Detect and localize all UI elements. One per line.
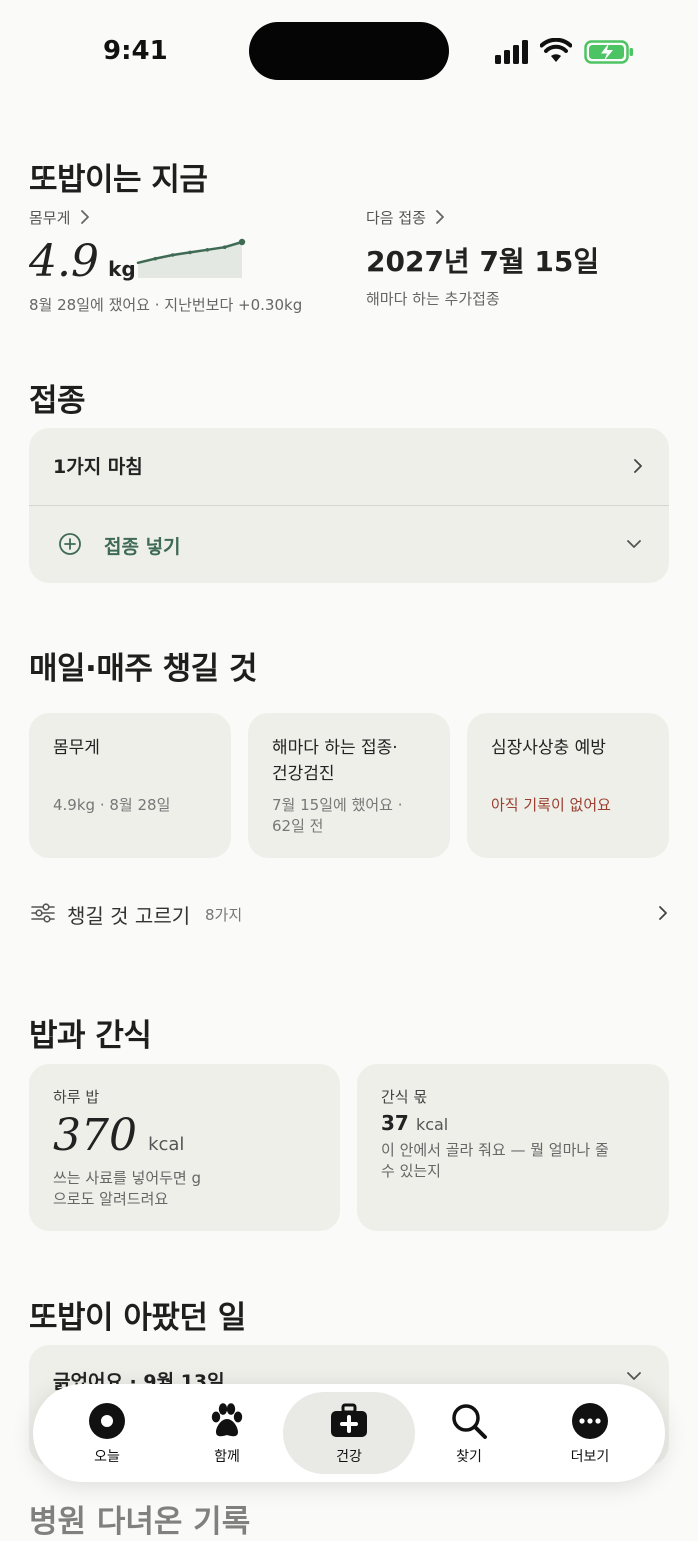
tab-label: 찾기 (456, 1449, 482, 1465)
snack-card[interactable]: 간식 몫 37 kcal 이 안에서 골라 줘요 — 뭘 얼마나 줄 수 있는지 (357, 1064, 669, 1231)
tab-label: 오늘 (94, 1449, 120, 1465)
weight-unit: kg (108, 257, 136, 281)
pick-routine-count: 8가지 (205, 906, 243, 924)
routine-card-title: 해마다 하는 접종· 건강검진 (272, 738, 398, 784)
snack-note: 이 안에서 골라 줘요 — 뭘 얼마나 줄 수 있는지 (381, 1141, 609, 1180)
tab-today[interactable]: 오늘 (47, 1384, 167, 1482)
tab-label: 건강 (336, 1449, 362, 1465)
next-vaccine-date: 2027년 7월 15일 (366, 245, 600, 278)
snack-unit: kcal (415, 1115, 449, 1134)
snack-label: 간식 몫 (381, 1088, 428, 1106)
wifi-icon (540, 38, 572, 62)
status-time: 9:41 (103, 36, 168, 66)
section-title-now: 또밥이는 지금 (29, 162, 208, 198)
routine-card-sub-warning: 아직 기록이 없어요 (491, 796, 611, 814)
chevron-right-icon (80, 210, 89, 224)
next-vaccine-label: 다음 접종 (366, 209, 426, 227)
chevron-right-icon (436, 210, 444, 224)
sliders-icon (31, 903, 55, 923)
section-title-food: 밥과 간식 (29, 1018, 152, 1054)
routine-card-sub: 4.9kg · 8월 28일 (53, 796, 171, 814)
today-icon (89, 1403, 125, 1439)
routine-card-annual[interactable]: 해마다 하는 접종· 건강검진 7월 15일에 했어요 · 62일 전 (248, 713, 450, 858)
routine-card-sub: 7월 15일에 했어요 · 62일 전 (272, 796, 403, 835)
daily-food-unit: kcal (148, 1134, 185, 1155)
daily-food-value-row: 370 kcal (53, 1110, 184, 1161)
weight-link[interactable]: 몸무게 (29, 207, 99, 229)
sparkline-point (153, 256, 158, 261)
snack-value: 37 (381, 1111, 409, 1135)
cellular-signal-icon (495, 40, 528, 64)
daily-food-note: 쓰는 사료를 넣어두면 g 으로도 알려드려요 (53, 1169, 202, 1208)
routine-card-heartworm[interactable]: 심장사상충 예방 아직 기록이 없어요 (467, 713, 669, 858)
tab-label: 함께 (214, 1449, 240, 1465)
sparkline-point (170, 253, 175, 257)
add-circle-icon (59, 533, 81, 555)
more-icon (572, 1403, 608, 1439)
tab-more[interactable]: 더보기 (530, 1384, 650, 1482)
section-title-clinic-peek: 병원 다녀온 기록 (29, 1504, 251, 1540)
sparkline-point (188, 250, 192, 255)
medical-kit-icon (331, 1403, 367, 1437)
daily-food-label: 하루 밥 (53, 1088, 100, 1106)
chevron-right-icon (659, 906, 667, 920)
tab-label: 더보기 (570, 1449, 610, 1465)
weight-label: 몸무게 (29, 209, 71, 227)
snack-value-row: 37 kcal (381, 1111, 448, 1135)
daily-food-card[interactable]: 하루 밥 370 kcal 쓰는 사료를 넣어두면 g 으로도 알려드려요 (29, 1064, 340, 1231)
vaccination-card: 1가지 마침 접종 넣기 (29, 428, 669, 583)
sparkline-point (205, 248, 210, 252)
section-title-routine: 매일·매주 챙길 것 (29, 651, 258, 687)
tab-health[interactable]: 건강 (289, 1384, 409, 1482)
bottom-tab-bar: 오늘 함께 건강 찾기 더보기 (33, 1384, 665, 1482)
tab-together[interactable]: 함께 (167, 1384, 287, 1482)
dynamic-island (249, 22, 449, 80)
paw-icon (211, 1403, 243, 1437)
chevron-down-icon (627, 1372, 641, 1380)
routine-card-title: 몸무게 (53, 738, 100, 758)
chevron-right-icon (634, 459, 642, 473)
section-title-sick: 또밥이 아팠던 일 (29, 1300, 246, 1336)
battery-charging-icon (584, 40, 633, 64)
routine-card-title: 심장사상충 예방 (491, 738, 606, 758)
next-vaccine-note: 해마다 하는 추가접종 (366, 290, 500, 308)
vaccination-done-row[interactable]: 1가지 마침 (29, 428, 669, 505)
vaccination-done-label: 1가지 마침 (53, 456, 143, 478)
pick-routine-label: 챙길 것 고르기 (67, 904, 191, 928)
next-vaccine-link[interactable]: 다음 접종 (366, 207, 466, 229)
search-icon (452, 1404, 487, 1439)
weight-value: 4.9 kg (29, 236, 136, 287)
weight-trend-sparkline (136, 238, 246, 278)
pick-routine-row[interactable]: 챙길 것 고르기 8가지 (29, 893, 669, 933)
daily-food-value: 370 (53, 1110, 137, 1161)
weight-note: 8월 28일에 쟀어요 · 지난번보다 +0.30kg (29, 296, 303, 314)
section-title-vaccination: 접종 (29, 383, 86, 419)
weight-number: 4.9 (29, 236, 99, 287)
add-vaccination-label: 접종 넣기 (104, 536, 181, 558)
tab-search[interactable]: 찾기 (409, 1384, 529, 1482)
routine-card-weight[interactable]: 몸무게 4.9kg · 8월 28일 (29, 713, 231, 858)
add-vaccination-row[interactable]: 접종 넣기 (29, 506, 669, 583)
sparkline-point (222, 245, 227, 249)
sparkline-latest-point (238, 238, 246, 246)
chevron-down-icon (627, 540, 641, 548)
